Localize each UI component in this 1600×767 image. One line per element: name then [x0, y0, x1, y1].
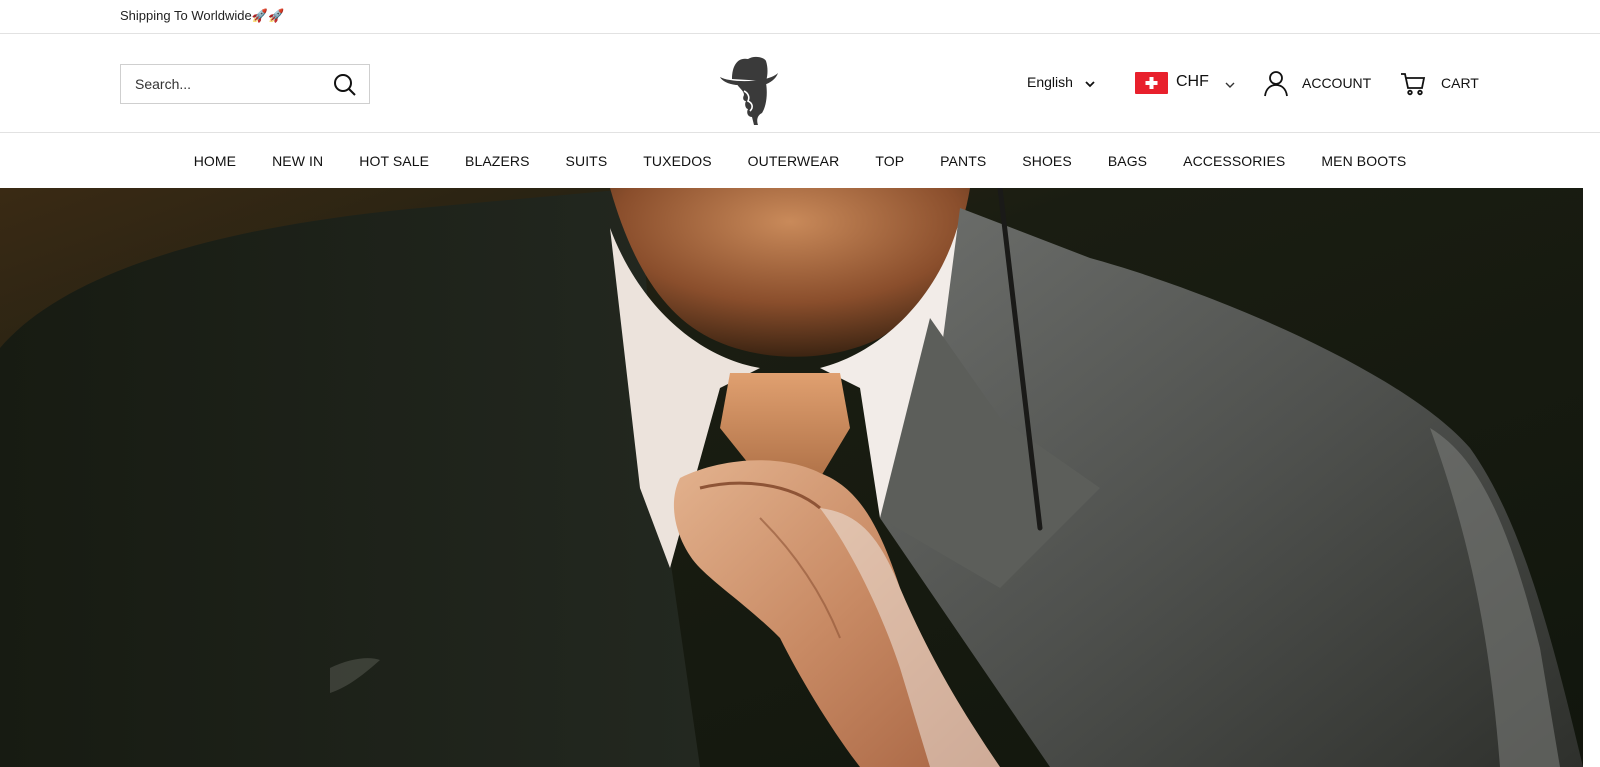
- language-label: English: [1027, 74, 1073, 90]
- man-in-suit-hero-image: [0, 188, 1583, 767]
- cart-label: CART: [1441, 75, 1479, 91]
- nav-item-hot-sale[interactable]: HOT SALE: [359, 153, 429, 169]
- nav-item-blazers[interactable]: BLAZERS: [465, 153, 530, 169]
- nav-item-shoes[interactable]: SHOES: [1022, 153, 1072, 169]
- search-input[interactable]: [121, 65, 321, 103]
- gentleman-hat-logo: [720, 56, 778, 125]
- account-label: ACCOUNT: [1302, 75, 1372, 91]
- chevron-down-icon: [1085, 75, 1095, 91]
- nav-item-pants[interactable]: PANTS: [940, 153, 986, 169]
- nav-item-tuxedos[interactable]: TUXEDOS: [643, 153, 711, 169]
- nav-item-outerwear[interactable]: OUTERWEAR: [748, 153, 840, 169]
- nav-item-suits[interactable]: SUITS: [566, 153, 608, 169]
- nav-item-bags[interactable]: BAGS: [1108, 153, 1147, 169]
- announcement-bar: Shipping To Worldwide🚀🚀: [0, 0, 1600, 34]
- nav-item-men-boots[interactable]: MEN BOOTS: [1321, 153, 1406, 169]
- nav-item-new-in[interactable]: NEW IN: [272, 153, 323, 169]
- cart-icon: [1399, 69, 1427, 102]
- nav-item-top[interactable]: TOP: [875, 153, 904, 169]
- user-icon: [1262, 69, 1290, 102]
- switzerland-flag-icon: [1135, 72, 1168, 94]
- hero-banner[interactable]: [0, 188, 1583, 767]
- nav-item-accessories[interactable]: ACCESSORIES: [1183, 153, 1285, 169]
- site-logo[interactable]: [710, 45, 790, 125]
- search-form: [120, 64, 370, 104]
- main-navigation: HOME NEW IN HOT SALE BLAZERS SUITS TUXED…: [0, 133, 1600, 188]
- chevron-down-icon: [1225, 76, 1235, 94]
- nav-item-home[interactable]: HOME: [194, 153, 236, 169]
- language-selector[interactable]: English: [1027, 74, 1095, 91]
- currency-code: CHF: [1176, 73, 1209, 90]
- site-header: English CHF ACCOUNT CAR: [0, 34, 1600, 133]
- search-icon[interactable]: [333, 73, 357, 97]
- shipping-message: Shipping To Worldwide🚀🚀: [120, 8, 285, 23]
